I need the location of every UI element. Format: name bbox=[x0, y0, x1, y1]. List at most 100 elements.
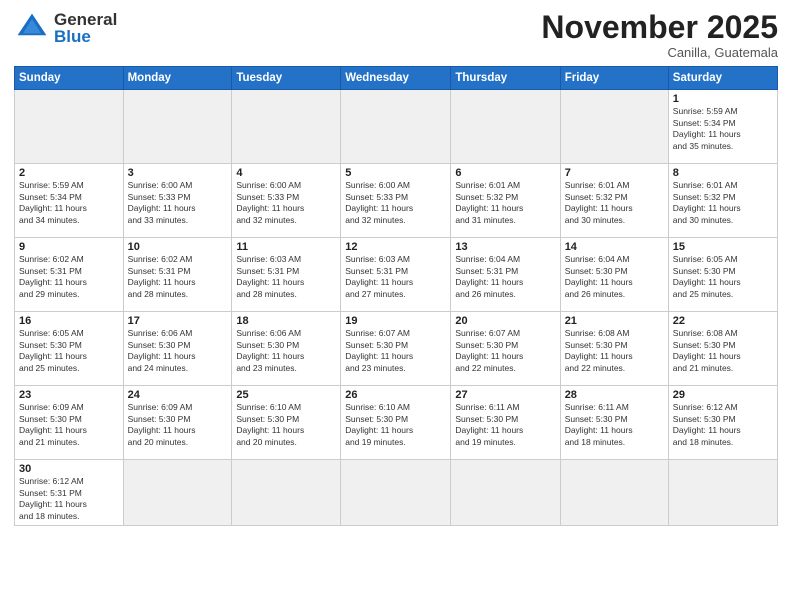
day-number: 12 bbox=[345, 241, 446, 253]
day-info: Sunrise: 6:01 AM Sunset: 5:32 PM Dayligh… bbox=[673, 180, 773, 226]
logo-general-text: General bbox=[54, 11, 117, 28]
day-info: Sunrise: 6:01 AM Sunset: 5:32 PM Dayligh… bbox=[455, 180, 555, 226]
calendar-table: SundayMondayTuesdayWednesdayThursdayFrid… bbox=[14, 66, 778, 526]
day-info: Sunrise: 6:11 AM Sunset: 5:30 PM Dayligh… bbox=[565, 402, 664, 448]
weekday-header-tuesday: Tuesday bbox=[232, 67, 341, 90]
month-title: November 2025 bbox=[541, 10, 778, 45]
location: Canilla, Guatemala bbox=[541, 45, 778, 60]
day-number: 20 bbox=[455, 315, 555, 327]
calendar-cell: 29Sunrise: 6:12 AM Sunset: 5:30 PM Dayli… bbox=[668, 386, 777, 460]
calendar-cell bbox=[341, 90, 451, 164]
calendar-cell: 23Sunrise: 6:09 AM Sunset: 5:30 PM Dayli… bbox=[15, 386, 124, 460]
logo-blue-text: Blue bbox=[54, 28, 117, 45]
day-info: Sunrise: 6:06 AM Sunset: 5:30 PM Dayligh… bbox=[128, 328, 228, 374]
calendar-cell bbox=[123, 90, 232, 164]
calendar-cell: 30Sunrise: 6:12 AM Sunset: 5:31 PM Dayli… bbox=[15, 460, 124, 526]
calendar-week-6: 30Sunrise: 6:12 AM Sunset: 5:31 PM Dayli… bbox=[15, 460, 778, 526]
calendar-cell: 22Sunrise: 6:08 AM Sunset: 5:30 PM Dayli… bbox=[668, 312, 777, 386]
calendar-cell bbox=[560, 90, 668, 164]
calendar-cell: 4Sunrise: 6:00 AM Sunset: 5:33 PM Daylig… bbox=[232, 164, 341, 238]
day-info: Sunrise: 6:02 AM Sunset: 5:31 PM Dayligh… bbox=[128, 254, 228, 300]
day-number: 10 bbox=[128, 241, 228, 253]
calendar-cell: 16Sunrise: 6:05 AM Sunset: 5:30 PM Dayli… bbox=[15, 312, 124, 386]
day-info: Sunrise: 6:07 AM Sunset: 5:30 PM Dayligh… bbox=[455, 328, 555, 374]
header: General Blue November 2025 Canilla, Guat… bbox=[14, 10, 778, 60]
day-number: 27 bbox=[455, 389, 555, 401]
calendar-cell: 9Sunrise: 6:02 AM Sunset: 5:31 PM Daylig… bbox=[15, 238, 124, 312]
calendar-week-1: 1Sunrise: 5:59 AM Sunset: 5:34 PM Daylig… bbox=[15, 90, 778, 164]
calendar-cell: 3Sunrise: 6:00 AM Sunset: 5:33 PM Daylig… bbox=[123, 164, 232, 238]
day-number: 1 bbox=[673, 93, 773, 105]
day-number: 19 bbox=[345, 315, 446, 327]
day-number: 15 bbox=[673, 241, 773, 253]
logo-text: General Blue bbox=[54, 11, 117, 45]
day-number: 28 bbox=[565, 389, 664, 401]
day-info: Sunrise: 6:10 AM Sunset: 5:30 PM Dayligh… bbox=[345, 402, 446, 448]
day-info: Sunrise: 6:08 AM Sunset: 5:30 PM Dayligh… bbox=[565, 328, 664, 374]
weekday-header-friday: Friday bbox=[560, 67, 668, 90]
day-number: 30 bbox=[19, 463, 119, 475]
day-info: Sunrise: 6:12 AM Sunset: 5:30 PM Dayligh… bbox=[673, 402, 773, 448]
calendar-cell: 2Sunrise: 5:59 AM Sunset: 5:34 PM Daylig… bbox=[15, 164, 124, 238]
weekday-header-row: SundayMondayTuesdayWednesdayThursdayFrid… bbox=[15, 67, 778, 90]
weekday-header-thursday: Thursday bbox=[451, 67, 560, 90]
day-number: 13 bbox=[455, 241, 555, 253]
day-number: 24 bbox=[128, 389, 228, 401]
calendar-cell bbox=[451, 460, 560, 526]
calendar-week-3: 9Sunrise: 6:02 AM Sunset: 5:31 PM Daylig… bbox=[15, 238, 778, 312]
day-number: 18 bbox=[236, 315, 336, 327]
weekday-header-sunday: Sunday bbox=[15, 67, 124, 90]
calendar-cell bbox=[232, 460, 341, 526]
calendar-cell: 18Sunrise: 6:06 AM Sunset: 5:30 PM Dayli… bbox=[232, 312, 341, 386]
day-number: 22 bbox=[673, 315, 773, 327]
calendar-cell: 13Sunrise: 6:04 AM Sunset: 5:31 PM Dayli… bbox=[451, 238, 560, 312]
day-number: 3 bbox=[128, 167, 228, 179]
calendar-cell: 1Sunrise: 5:59 AM Sunset: 5:34 PM Daylig… bbox=[668, 90, 777, 164]
calendar-cell bbox=[232, 90, 341, 164]
day-info: Sunrise: 6:02 AM Sunset: 5:31 PM Dayligh… bbox=[19, 254, 119, 300]
calendar-cell: 7Sunrise: 6:01 AM Sunset: 5:32 PM Daylig… bbox=[560, 164, 668, 238]
calendar-cell: 15Sunrise: 6:05 AM Sunset: 5:30 PM Dayli… bbox=[668, 238, 777, 312]
calendar-cell: 12Sunrise: 6:03 AM Sunset: 5:31 PM Dayli… bbox=[341, 238, 451, 312]
calendar-cell: 8Sunrise: 6:01 AM Sunset: 5:32 PM Daylig… bbox=[668, 164, 777, 238]
calendar-cell: 19Sunrise: 6:07 AM Sunset: 5:30 PM Dayli… bbox=[341, 312, 451, 386]
calendar-cell: 24Sunrise: 6:09 AM Sunset: 5:30 PM Dayli… bbox=[123, 386, 232, 460]
day-info: Sunrise: 5:59 AM Sunset: 5:34 PM Dayligh… bbox=[673, 106, 773, 152]
title-block: November 2025 Canilla, Guatemala bbox=[541, 10, 778, 60]
day-info: Sunrise: 6:07 AM Sunset: 5:30 PM Dayligh… bbox=[345, 328, 446, 374]
day-info: Sunrise: 6:11 AM Sunset: 5:30 PM Dayligh… bbox=[455, 402, 555, 448]
calendar-cell bbox=[560, 460, 668, 526]
calendar-cell bbox=[123, 460, 232, 526]
day-info: Sunrise: 6:01 AM Sunset: 5:32 PM Dayligh… bbox=[565, 180, 664, 226]
day-number: 7 bbox=[565, 167, 664, 179]
day-info: Sunrise: 6:05 AM Sunset: 5:30 PM Dayligh… bbox=[19, 328, 119, 374]
day-info: Sunrise: 6:09 AM Sunset: 5:30 PM Dayligh… bbox=[128, 402, 228, 448]
logo-icon bbox=[14, 10, 50, 46]
calendar-cell bbox=[341, 460, 451, 526]
calendar-cell: 27Sunrise: 6:11 AM Sunset: 5:30 PM Dayli… bbox=[451, 386, 560, 460]
calendar-cell: 14Sunrise: 6:04 AM Sunset: 5:30 PM Dayli… bbox=[560, 238, 668, 312]
day-info: Sunrise: 6:00 AM Sunset: 5:33 PM Dayligh… bbox=[345, 180, 446, 226]
calendar-cell: 11Sunrise: 6:03 AM Sunset: 5:31 PM Dayli… bbox=[232, 238, 341, 312]
logo: General Blue bbox=[14, 10, 117, 46]
day-info: Sunrise: 5:59 AM Sunset: 5:34 PM Dayligh… bbox=[19, 180, 119, 226]
calendar-cell: 26Sunrise: 6:10 AM Sunset: 5:30 PM Dayli… bbox=[341, 386, 451, 460]
day-info: Sunrise: 6:10 AM Sunset: 5:30 PM Dayligh… bbox=[236, 402, 336, 448]
calendar-cell: 17Sunrise: 6:06 AM Sunset: 5:30 PM Dayli… bbox=[123, 312, 232, 386]
calendar-cell: 5Sunrise: 6:00 AM Sunset: 5:33 PM Daylig… bbox=[341, 164, 451, 238]
calendar-cell: 10Sunrise: 6:02 AM Sunset: 5:31 PM Dayli… bbox=[123, 238, 232, 312]
weekday-header-monday: Monday bbox=[123, 67, 232, 90]
day-number: 25 bbox=[236, 389, 336, 401]
day-number: 21 bbox=[565, 315, 664, 327]
day-info: Sunrise: 6:04 AM Sunset: 5:30 PM Dayligh… bbox=[565, 254, 664, 300]
calendar-cell: 20Sunrise: 6:07 AM Sunset: 5:30 PM Dayli… bbox=[451, 312, 560, 386]
weekday-header-saturday: Saturday bbox=[668, 67, 777, 90]
day-info: Sunrise: 6:04 AM Sunset: 5:31 PM Dayligh… bbox=[455, 254, 555, 300]
calendar-cell: 21Sunrise: 6:08 AM Sunset: 5:30 PM Dayli… bbox=[560, 312, 668, 386]
calendar-week-2: 2Sunrise: 5:59 AM Sunset: 5:34 PM Daylig… bbox=[15, 164, 778, 238]
day-number: 17 bbox=[128, 315, 228, 327]
day-info: Sunrise: 6:06 AM Sunset: 5:30 PM Dayligh… bbox=[236, 328, 336, 374]
day-number: 2 bbox=[19, 167, 119, 179]
day-number: 5 bbox=[345, 167, 446, 179]
calendar-cell: 25Sunrise: 6:10 AM Sunset: 5:30 PM Dayli… bbox=[232, 386, 341, 460]
